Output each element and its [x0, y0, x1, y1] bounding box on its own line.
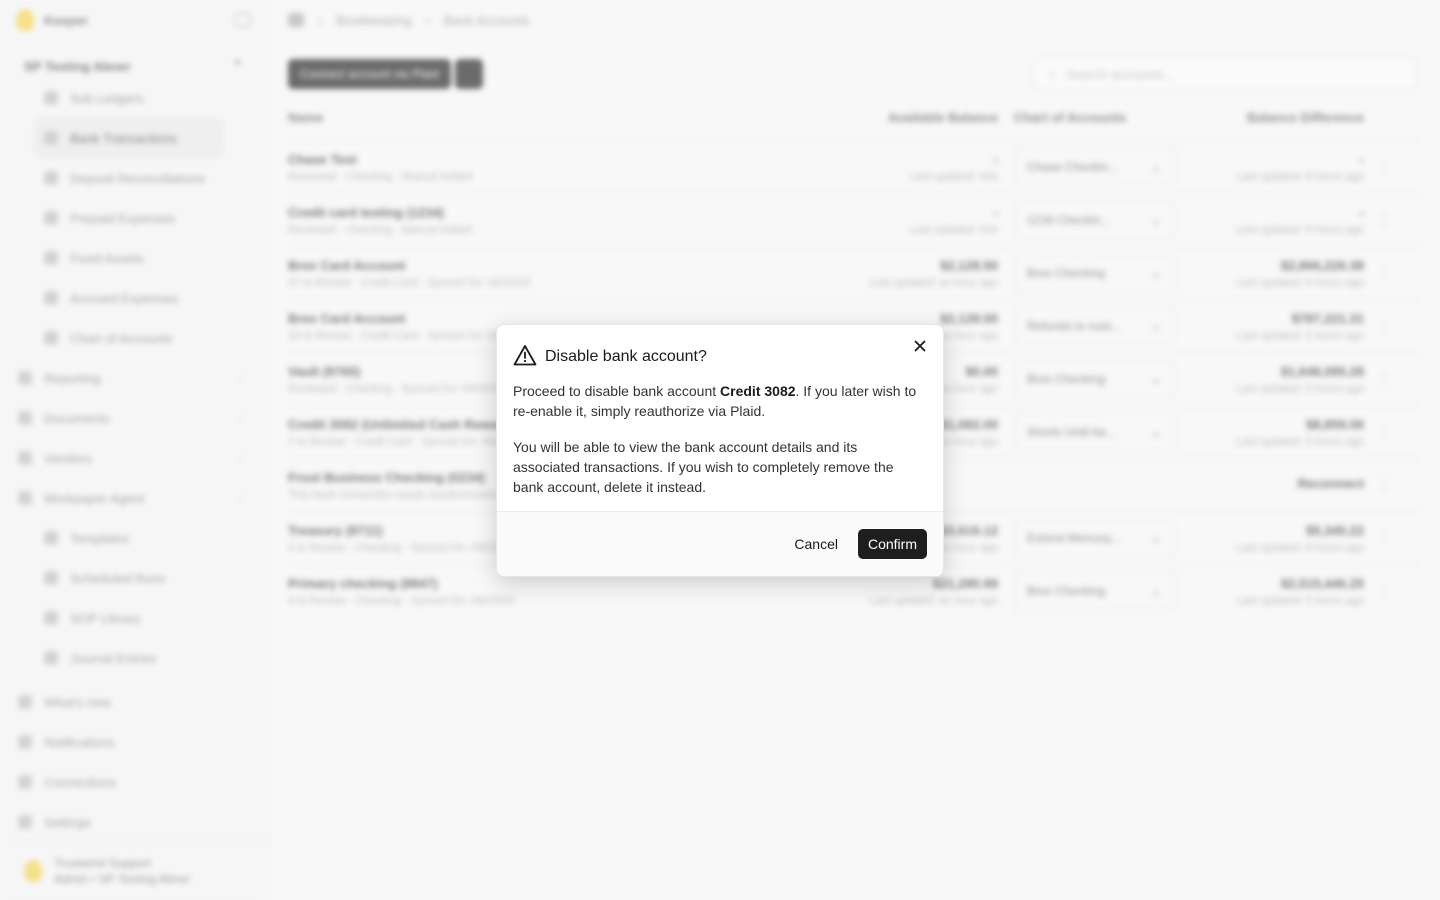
dialog-paragraph-1: Proceed to disable bank account Credit 3…	[513, 381, 927, 421]
p1-text: Proceed to disable bank account	[513, 383, 721, 399]
confirm-button[interactable]: Confirm	[857, 529, 927, 559]
account-name: Credit 3082	[720, 383, 796, 399]
dialog-footer: Cancel Confirm	[497, 511, 943, 576]
disable-account-dialog: Disable bank account? Proceed to disable…	[496, 324, 944, 577]
warning-icon	[513, 344, 537, 371]
dialog-paragraph-2: You will be able to view the bank accoun…	[513, 439, 894, 495]
cancel-button[interactable]: Cancel	[780, 529, 852, 559]
dialog-body: Proceed to disable bank account Credit 3…	[497, 371, 943, 497]
close-icon[interactable]	[911, 337, 929, 355]
dialog-title: Disable bank account?	[545, 348, 707, 365]
